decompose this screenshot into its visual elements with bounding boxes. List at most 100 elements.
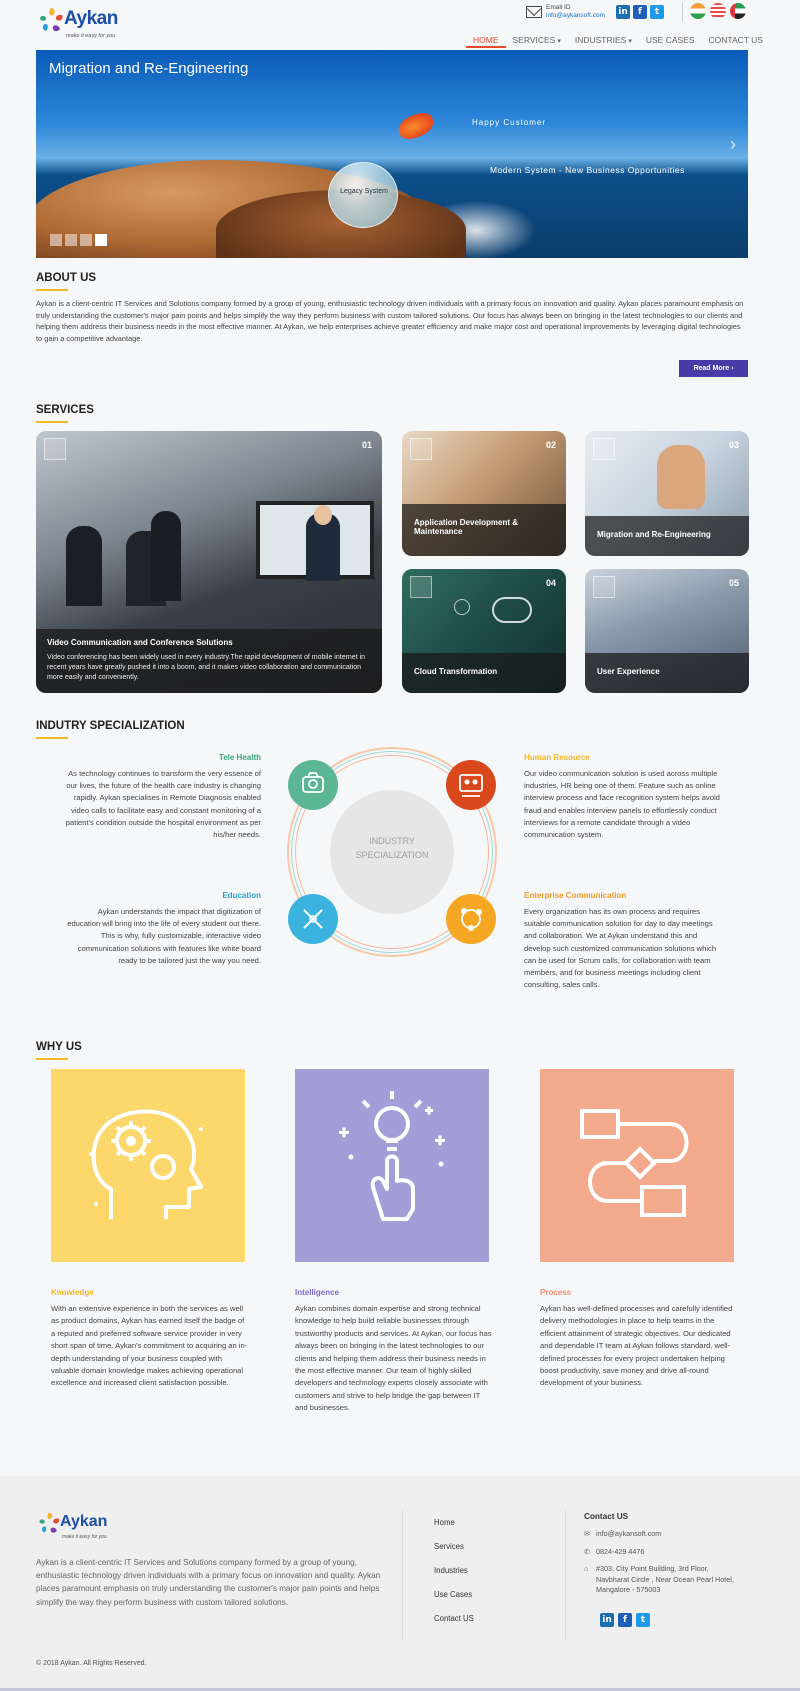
footer-link-use-cases[interactable]: Use Cases [434,1590,472,1599]
footer-phone-text: 0824-429 4476 [596,1547,645,1556]
email-label: Email ID [546,4,571,11]
linkedin-icon[interactable]: in [600,1613,614,1627]
head-gears-icon [89,1109,203,1219]
facebook-icon[interactable]: f [633,5,647,19]
nav-contact-us[interactable]: CONTACT US [702,34,770,48]
knowledge-box [51,1069,245,1262]
copyright: © 2018 Aykan. All Rights Reserved. [36,1660,147,1667]
service-number: 04 [545,578,556,588]
service-title: User Experience [597,667,660,676]
service-number: 02 [545,440,556,450]
why-text: Aykan combines domain expertise and stro… [295,1304,492,1413]
service-title: Cloud Transformation [414,667,498,676]
person-silhouette [66,526,102,606]
footer-address: ⌂ #303, City Point Building, 3rd Floor, N… [584,1564,734,1596]
read-more-button[interactable]: Read More › [679,360,748,377]
service-title: Video Communication and Conference Solut… [47,638,233,647]
slider-dot[interactable] [65,234,77,246]
why-text: Aykan has well-defined processes and car… [540,1304,733,1388]
service-card-ux[interactable]: 05 User Experience [585,569,749,693]
usa-flag-icon[interactable] [710,3,726,19]
service-card-video[interactable]: 01 Video Communication and Conference So… [36,431,382,693]
service-number: 03 [728,440,739,450]
why-text: With an extensive experience in both the… [51,1304,248,1388]
industry-heading: Enterprise Communication [524,891,627,900]
human-resource-icon[interactable] [446,760,496,810]
nav-home[interactable]: HOME [466,34,506,48]
nav-home-label: HOME [473,35,499,45]
footer-link-services[interactable]: Services [434,1542,464,1551]
services-title: SERVICES [36,404,94,423]
footer-address-line: Mangalore - 575003 [596,1585,661,1594]
hero-caption-bottom: Modern System - New Business Opportuniti… [490,165,685,175]
email-link[interactable]: info@aykansoft.com [546,12,605,19]
twitter-icon[interactable]: t [636,1613,650,1627]
footer-description: Aykan is a client-centric IT Services an… [36,1558,381,1607]
footer-phone[interactable]: ✆ 0824-429 4476 [584,1547,644,1558]
service-card-overlay: Migration and Re-Engineering [585,516,749,556]
globe-icon [454,599,470,615]
service-card-cloud[interactable]: 04 Cloud Transformation [402,569,566,693]
industry-text: Every organization has its own process a… [524,907,717,990]
footer-link-contact[interactable]: Contact US [434,1614,474,1623]
logo-mark-icon [40,8,63,32]
hero-caption-top: Happy Customer [472,118,547,127]
uae-flag-icon[interactable] [730,3,746,19]
footer: Aykan make it easy for you Aykan is a cl… [0,1476,800,1691]
service-card-migration[interactable]: 03 Migration and Re-Engineering [585,431,749,556]
education-icon[interactable] [288,894,338,944]
header: Aykan make it easy for you Email ID info… [0,0,800,50]
why-title: WHY US [36,1041,82,1060]
brand-logo[interactable]: Aykan make it easy for you [36,3,126,47]
home-icon: ⌂ [584,1564,589,1573]
linkedin-icon[interactable]: in [616,5,630,19]
nav-industries-label: INDUSTRIES [574,35,627,45]
nav-use-cases-label: USE CASES [645,35,695,45]
footer-link-home[interactable]: Home [434,1518,455,1527]
goldfish-image [395,109,437,143]
service-card-overlay: Video Communication and Conference Solut… [36,629,382,693]
service-title: Application Development & Maintenance [414,518,519,536]
logo-mark-icon [39,1512,59,1533]
intelligence-box [295,1069,489,1262]
nav-industries[interactable]: INDUSTRIES ▾ [568,34,639,48]
industry-title: INDUTRY SPECIALIZATION [36,720,185,739]
nav-use-cases[interactable]: USE CASES [639,34,702,48]
nav-services[interactable]: SERVICES ▾ [506,34,568,48]
twitter-icon[interactable]: t [650,5,664,19]
slider-dot-active[interactable] [95,234,107,246]
slider-dot[interactable] [80,234,92,246]
service-card-overlay: User Experience [585,653,749,693]
person-image [657,445,705,509]
chevron-down-icon: ▾ [628,38,632,45]
footer-link-industries[interactable]: Industries [434,1566,468,1575]
process-box [540,1069,734,1262]
fish-bowl-image [328,162,398,228]
chevron-right-icon[interactable]: › [730,134,736,155]
process-flow-icon [580,1109,689,1217]
center-circle: INDUSTRY SPECIALIZATION [330,790,454,914]
main-nav: HOME SERVICES ▾ INDUSTRIES ▾ USE CASES CON… [466,34,770,48]
telehealth-icon[interactable] [288,760,338,810]
footer-divider [565,1510,566,1640]
why-heading: Intelligence [295,1288,340,1297]
mail-icon [526,6,542,18]
industry-heading: Tele Health [218,753,261,762]
app-dev-icon [410,438,432,460]
industry-heading: Human Resource [524,753,590,762]
footer-email-text: info@aykansoft.com [596,1529,662,1538]
nav-services-label: SERVICES [512,35,556,45]
brand-name: Aykan [64,8,118,29]
facebook-icon[interactable]: f [618,1613,632,1627]
service-desc: Video conferencing has been widely used … [47,654,366,681]
ux-icon [593,576,615,598]
person-silhouette [151,511,181,601]
footer-email[interactable]: ✉ info@aykansoft.com [584,1529,661,1540]
brand-tagline: make it easy for you [66,33,116,39]
video-screen-image [256,501,374,581]
slider-dot[interactable] [50,234,62,246]
india-flag-icon[interactable] [690,3,706,19]
service-card-app-dev[interactable]: 02 Application Development & Maintenance [402,431,566,556]
service-card-overlay: Cloud Transformation [402,653,566,693]
enterprise-communication-icon[interactable] [446,894,496,944]
